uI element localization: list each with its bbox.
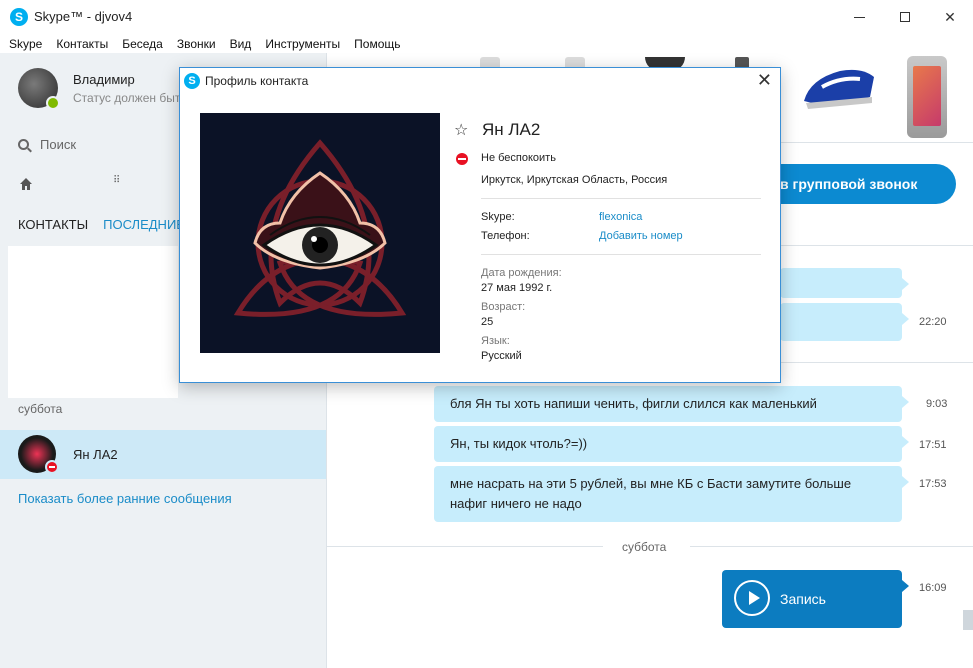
voice-message[interactable]: Запись — [722, 570, 909, 628]
contact-name: Ян ЛА2 — [73, 447, 118, 462]
search-label: Поиск — [40, 137, 77, 152]
online-status-icon — [46, 96, 60, 110]
age-value: 25 — [481, 316, 494, 328]
play-icon[interactable] — [734, 580, 770, 616]
message-bubble[interactable] — [780, 268, 909, 298]
contact-avatar — [18, 435, 59, 474]
maximize-icon — [900, 12, 910, 22]
contact-profile-picture — [200, 113, 440, 353]
iron-image — [804, 69, 874, 109]
voice-label: Запись — [780, 591, 826, 607]
dialpad-icon[interactable]: ⠿ — [113, 176, 120, 186]
message-bubble[interactable]: бля Ян ты хоть напиши ченить, фигли слил… — [434, 386, 909, 422]
message-time: 17:51 — [919, 439, 947, 451]
list-item[interactable]: Ян ЛА2 — [0, 430, 326, 479]
avatar[interactable] — [18, 68, 60, 110]
menu-conversation[interactable]: Беседа — [122, 37, 163, 51]
phone-label: Телефон: — [481, 230, 530, 242]
contact-status: Не беспокоить — [481, 152, 556, 164]
menu-help[interactable]: Помощь — [354, 37, 400, 51]
skype-name-link[interactable]: flexonica — [599, 211, 642, 223]
message-bubble[interactable]: Ян, ты кидок чтоль?=)) — [434, 426, 909, 462]
favorite-star-icon[interactable]: ☆ — [454, 120, 468, 140]
contact-profile-dialog: S Профиль контакта ✕ ☆ Ян ЛА2 Не беспоко… — [179, 67, 781, 383]
menu-view[interactable]: Вид — [230, 37, 252, 51]
add-phone-link[interactable]: Добавить номер — [599, 230, 683, 242]
menu-tools[interactable]: Инструменты — [265, 37, 340, 51]
dialog-title-bar: S Профиль контакта ✕ — [180, 68, 780, 94]
message-time: 16:09 — [919, 582, 947, 594]
language-label: Язык: — [481, 335, 510, 347]
minimize-button[interactable] — [836, 0, 882, 34]
close-icon: ✕ — [944, 8, 956, 25]
contact-tabs: КОНТАКТЫ ПОСЛЕДНИЕ — [18, 217, 185, 232]
contact-name: Ян ЛА2 — [482, 120, 541, 139]
skype-icon: S — [10, 8, 28, 26]
do-not-disturb-icon — [45, 460, 59, 474]
message-time: 9:03 — [926, 398, 948, 410]
message-time: 17:53 — [919, 478, 947, 490]
contact-location: Иркутск, Иркутская Область, Россия — [481, 174, 668, 186]
scrollbar[interactable] — [963, 610, 973, 630]
day-separator: суббота — [622, 540, 667, 554]
window-title: Skype™ - djvov4 — [34, 9, 133, 24]
language-value: Русский — [481, 350, 522, 362]
divider — [690, 546, 973, 547]
minimize-icon — [853, 16, 865, 18]
divider — [481, 198, 761, 199]
search-icon — [18, 139, 29, 150]
my-status-text[interactable]: Статус должен быт — [73, 91, 180, 105]
do-not-disturb-icon — [456, 153, 468, 165]
home-icon[interactable] — [19, 177, 33, 191]
close-button[interactable]: ✕ — [927, 0, 973, 34]
divider — [327, 546, 603, 547]
message-time: 22:20 — [919, 316, 947, 328]
menu-contacts[interactable]: Контакты — [56, 37, 108, 51]
skype-label: Skype: — [481, 211, 515, 223]
search-box[interactable]: Поиск — [18, 137, 76, 152]
day-label: суббота — [18, 402, 63, 416]
skype-icon: S — [184, 73, 200, 89]
tab-contacts[interactable]: КОНТАКТЫ — [18, 217, 88, 232]
birthday-label: Дата рождения: — [481, 267, 562, 279]
dialog-title: Профиль контакта — [205, 74, 309, 88]
recent-list-blank — [8, 246, 178, 398]
tab-recent[interactable]: ПОСЛЕДНИЕ — [103, 217, 185, 232]
maximize-button[interactable] — [882, 0, 928, 34]
menu-skype[interactable]: Skype — [9, 37, 42, 51]
birthday-value: 27 мая 1992 г. — [481, 282, 553, 294]
age-label: Возраст: — [481, 301, 526, 313]
phone-image — [907, 56, 947, 138]
menu-bar: Skype Контакты Беседа Звонки Вид Инструм… — [0, 34, 973, 53]
message-bubble[interactable]: мне насрать на эти 5 рублей, вы мне КБ с… — [434, 466, 909, 522]
close-icon[interactable]: ✕ — [757, 70, 772, 91]
divider — [481, 254, 761, 255]
show-earlier-link[interactable]: Показать более ранние сообщения — [18, 491, 232, 506]
menu-calls[interactable]: Звонки — [177, 37, 216, 51]
my-name: Владимир — [73, 72, 135, 87]
title-bar: S Skype™ - djvov4 ✕ — [0, 0, 973, 34]
message-bubble[interactable] — [780, 303, 909, 341]
